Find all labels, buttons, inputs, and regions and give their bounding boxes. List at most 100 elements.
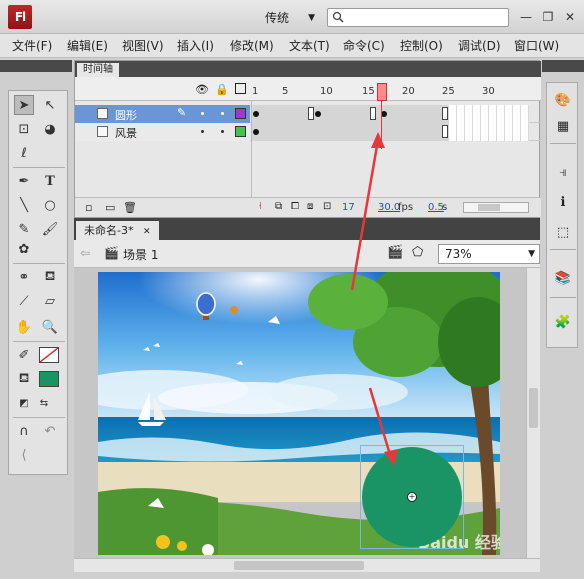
timeline-horizontal-scrollbar[interactable] bbox=[463, 202, 529, 213]
keyframe[interactable] bbox=[253, 129, 259, 135]
new-folder-icon[interactable]: ▭ bbox=[105, 201, 115, 214]
menu-file[interactable]: 文件(F) bbox=[12, 38, 52, 54]
pencil-icon[interactable]: ✎ bbox=[14, 219, 34, 239]
pen-icon[interactable]: ✒ bbox=[14, 171, 34, 191]
menu-view[interactable]: 视图(V) bbox=[122, 38, 164, 54]
current-frame[interactable]: 17 bbox=[342, 202, 355, 213]
visibility-dot[interactable] bbox=[201, 130, 204, 133]
search-input[interactable] bbox=[327, 8, 509, 27]
scene-label[interactable]: 场景 1 bbox=[123, 246, 158, 263]
transform-point-icon[interactable]: + bbox=[407, 492, 417, 502]
layer-frames[interactable] bbox=[251, 105, 449, 123]
brush-icon[interactable]: 🖌 bbox=[40, 219, 60, 239]
layer-name-cell[interactable]: 圆形 ✎ bbox=[75, 105, 250, 123]
stage-horizontal-scrollbar[interactable] bbox=[74, 558, 540, 572]
tab-document[interactable]: 未命名-3* ✕ bbox=[76, 221, 159, 240]
edit-multiple-icon[interactable]: ⧈ bbox=[307, 201, 313, 212]
free-transform-icon[interactable]: ⊡ bbox=[14, 119, 34, 139]
eyedropper-icon[interactable]: ⟋ bbox=[14, 291, 34, 311]
menu-commands[interactable]: 命令(C) bbox=[343, 38, 385, 54]
layer-row[interactable]: 圆形 ✎ bbox=[75, 105, 541, 123]
align-panel-icon[interactable]: ⫣ bbox=[552, 161, 574, 183]
tools-divider bbox=[13, 417, 65, 418]
library-panel-icon[interactable]: 📚 bbox=[552, 267, 574, 289]
components-panel-icon[interactable]: 🧩 bbox=[552, 311, 574, 333]
3d-rotation-icon[interactable]: ◕ bbox=[40, 119, 60, 139]
straighten-icon[interactable]: ⟨ bbox=[14, 445, 34, 465]
paint-bucket-icon[interactable]: ⛾ bbox=[40, 267, 60, 287]
scrollbar-thumb[interactable] bbox=[529, 388, 538, 428]
restore-button[interactable]: ❐ bbox=[540, 9, 556, 25]
outline-icon[interactable] bbox=[235, 83, 246, 94]
lock-icon[interactable]: 🔒 bbox=[215, 83, 229, 96]
fill-color-swatch[interactable] bbox=[39, 371, 59, 387]
bone-icon[interactable]: ⚭ bbox=[14, 267, 34, 287]
center-frame-icon[interactable]: ⍿ bbox=[259, 201, 262, 212]
layer-name-cell[interactable]: 风景 bbox=[75, 123, 250, 141]
delete-icon[interactable]: 🗑 bbox=[123, 201, 137, 214]
keyframe-end[interactable] bbox=[370, 107, 376, 120]
close-icon[interactable]: ✕ bbox=[143, 227, 151, 237]
scrollbar-thumb[interactable] bbox=[234, 561, 364, 570]
document-tab-label: 未命名-3* bbox=[84, 224, 134, 237]
keyframe-end[interactable] bbox=[442, 125, 448, 138]
selection-icon[interactable]: ➤ bbox=[14, 95, 34, 115]
lock-dot[interactable] bbox=[221, 112, 224, 115]
edit-scene-icon[interactable]: 🎬 bbox=[387, 245, 403, 260]
layer-color-box[interactable] bbox=[235, 108, 246, 119]
keyframe-end[interactable] bbox=[308, 107, 314, 120]
minimize-button[interactable]: — bbox=[518, 9, 534, 25]
back-arrow-icon[interactable]: ⇦ bbox=[80, 246, 90, 260]
line-icon[interactable]: ╲ bbox=[14, 195, 34, 215]
layer-frames[interactable] bbox=[251, 123, 449, 141]
subselection-icon[interactable]: ↖ bbox=[40, 95, 60, 115]
close-button[interactable]: ✕ bbox=[562, 9, 578, 25]
color-panel-icon[interactable]: 🎨 bbox=[552, 89, 574, 111]
snap-magnet-icon[interactable]: ∩ bbox=[14, 421, 34, 441]
menu-control[interactable]: 控制(O) bbox=[400, 38, 443, 54]
text-icon[interactable]: T bbox=[40, 171, 60, 191]
menu-window[interactable]: 窗口(W) bbox=[514, 38, 559, 54]
deco-icon[interactable]: ✿ bbox=[14, 239, 34, 259]
tab-timeline[interactable]: 时间轴 bbox=[77, 63, 119, 77]
frame-rate[interactable]: 30.0 bbox=[378, 202, 400, 213]
empty-frames[interactable] bbox=[449, 105, 529, 123]
keyframe-end[interactable] bbox=[442, 107, 448, 120]
smooth-icon[interactable]: ↶ bbox=[40, 421, 60, 441]
workspace-switcher[interactable]: 传统 ▼ bbox=[257, 8, 317, 28]
zoom-icon[interactable]: 🔍 bbox=[40, 317, 60, 337]
layer-row[interactable]: 风景 bbox=[75, 123, 541, 141]
empty-frames[interactable] bbox=[449, 123, 529, 141]
lasso-icon[interactable]: ℓ bbox=[14, 143, 34, 163]
onion-skin-icon[interactable]: ⧉ bbox=[275, 201, 282, 212]
new-layer-icon[interactable]: ▫ bbox=[85, 201, 92, 214]
info-panel-icon[interactable]: ℹ bbox=[552, 191, 574, 213]
scrollbar-thumb[interactable] bbox=[478, 204, 500, 211]
eraser-icon[interactable]: ▱ bbox=[40, 291, 60, 311]
hand-icon[interactable]: ✋ bbox=[14, 317, 34, 337]
stage-vertical-scrollbar[interactable] bbox=[526, 268, 540, 558]
stage-canvas[interactable]: Baidu 经验 + bbox=[98, 272, 500, 555]
layer-color-box[interactable] bbox=[235, 126, 246, 137]
menu-debug[interactable]: 调试(D) bbox=[458, 38, 501, 54]
zoom-select[interactable]: 73% ▼ bbox=[438, 244, 540, 264]
menu-modify[interactable]: 修改(M) bbox=[230, 38, 274, 54]
menu-text[interactable]: 文本(T) bbox=[289, 38, 330, 54]
onion-outline-icon[interactable]: ⧠ bbox=[291, 201, 299, 212]
oval-icon[interactable]: ○ bbox=[40, 195, 60, 215]
edit-symbol-icon[interactable]: ⬠ bbox=[412, 245, 423, 260]
stroke-color-swatch[interactable] bbox=[39, 347, 59, 363]
menu-insert[interactable]: 插入(I) bbox=[177, 38, 214, 54]
keyframe[interactable] bbox=[315, 111, 321, 117]
keyframe[interactable] bbox=[253, 111, 259, 117]
swap-colors-icon[interactable]: ⇆ bbox=[34, 393, 54, 413]
visibility-dot[interactable] bbox=[201, 112, 204, 115]
black-white-icon[interactable]: ◩ bbox=[14, 393, 34, 413]
playhead[interactable] bbox=[377, 83, 387, 101]
onion-markers-icon[interactable]: ⊡ bbox=[323, 201, 331, 212]
menu-edit[interactable]: 编辑(E) bbox=[67, 38, 108, 54]
lock-dot[interactable] bbox=[221, 130, 224, 133]
swatches-panel-icon[interactable]: ▦ bbox=[552, 115, 574, 137]
transform-panel-icon[interactable]: ⬚ bbox=[552, 221, 574, 243]
eye-icon[interactable]: 👁 bbox=[195, 83, 209, 96]
